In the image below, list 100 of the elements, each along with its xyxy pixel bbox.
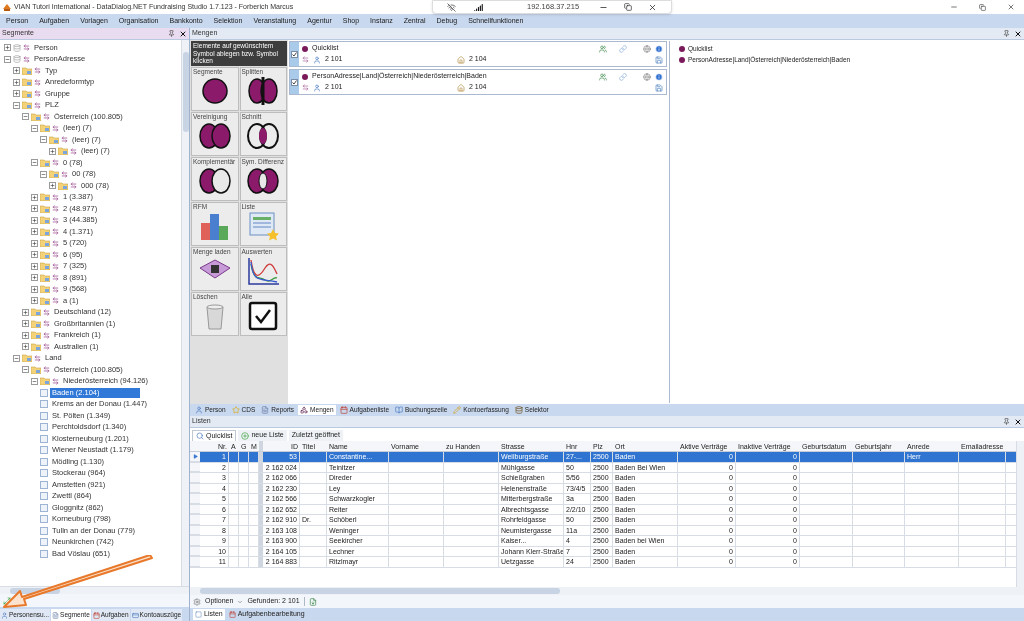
expand-toggle[interactable] [22,320,29,328]
segment-icon [52,262,59,270]
expand-toggle[interactable] [31,297,38,305]
info-icon[interactable] [655,44,663,53]
globe-icon[interactable] [643,44,651,53]
segment-icon [70,182,77,190]
signal-icon[interactable] [474,2,483,12]
checkbox[interactable] [40,515,48,524]
expand-toggle[interactable] [31,285,38,293]
expand-toggle[interactable] [31,377,38,385]
house-icon [457,83,465,92]
scrollbar[interactable] [181,40,189,586]
checkbox[interactable] [40,423,48,432]
checkbox[interactable] [40,434,48,443]
expand-toggle[interactable] [4,44,11,52]
segment-icon [61,136,68,144]
person-icon [313,83,321,92]
expand-toggle[interactable] [49,147,56,155]
checkbox[interactable] [40,503,48,512]
document-icon [261,406,270,414]
expand-toggle[interactable] [49,182,56,190]
expand-toggle[interactable] [31,159,38,167]
expand-toggle[interactable] [31,205,38,213]
checkbox[interactable] [40,526,48,535]
close-icon[interactable] [179,29,187,38]
expand-icon[interactable] [3,596,11,605]
scrollbar[interactable] [1016,441,1024,587]
segment-icon [302,56,309,63]
segment-icon [34,90,41,98]
document-icon [52,611,60,619]
expand-toggle[interactable] [31,193,38,201]
segment-icon [34,67,41,75]
pin-icon[interactable] [168,30,175,37]
expand-toggle[interactable] [31,274,38,282]
segment-icon [43,320,50,328]
calendar-icon [92,611,100,619]
expand-toggle[interactable] [22,366,29,374]
export-icon[interactable] [308,597,317,606]
globe-icon[interactable] [643,72,651,81]
segment-icon [52,251,59,259]
expand-toggle[interactable] [31,251,38,259]
close-icon[interactable] [648,2,658,12]
expand-toggle[interactable] [13,354,20,362]
expand-toggle[interactable] [22,331,29,339]
person-icon [313,55,321,64]
people-icon[interactable] [599,44,607,53]
segment-icon [34,78,41,86]
restore-icon[interactable] [979,3,986,11]
expand-toggle[interactable] [13,78,20,86]
house-icon [457,55,465,64]
save-icon[interactable] [655,83,663,92]
row-header[interactable] [190,452,200,462]
expand-toggle[interactable] [40,170,47,178]
checkbox[interactable] [291,50,298,58]
checkbox[interactable] [291,78,298,86]
segment-icon [43,113,50,121]
segment-icon [52,239,59,247]
segment-icon [23,55,30,63]
checkbox[interactable] [40,480,48,489]
checkbox[interactable] [40,400,48,409]
expand-toggle[interactable] [40,136,47,144]
expand-toggle[interactable] [22,308,29,316]
segment-icon [43,366,50,374]
save-icon[interactable] [655,55,663,64]
people-icon[interactable] [599,72,607,81]
segment-icon [52,205,59,213]
expand-toggle[interactable] [31,216,38,224]
expand-toggle[interactable] [31,228,38,236]
settings-icon[interactable] [193,597,201,606]
info-icon[interactable] [655,72,663,81]
expand-toggle[interactable] [13,90,20,98]
expand-toggle[interactable] [22,113,29,121]
segment-icon [52,228,59,236]
expand-toggle[interactable] [4,55,11,63]
expand-toggle[interactable] [31,239,38,247]
checkbox[interactable] [40,411,48,420]
wifi-off-icon[interactable] [447,2,456,12]
segment-icon [34,354,41,362]
restore-icon[interactable] [624,3,633,11]
pin-icon[interactable] [1003,30,1010,37]
expand-toggle[interactable] [31,262,38,270]
segment-icon [43,308,50,316]
close-icon[interactable] [1014,417,1022,426]
dropdown-icon[interactable] [237,598,244,605]
expand-toggle[interactable] [13,101,20,109]
checkbox[interactable] [40,388,48,397]
checkbox[interactable] [40,469,48,478]
pin-icon[interactable] [1003,418,1010,425]
checkbox[interactable] [40,549,48,558]
expand-toggle[interactable] [31,124,38,132]
expand-toggle[interactable] [13,67,20,75]
close-icon[interactable] [1014,29,1022,38]
database-icon [514,406,523,414]
checkbox[interactable] [40,446,48,455]
scrollbar[interactable] [190,587,1024,595]
checkbox[interactable] [40,457,48,466]
checkbox[interactable] [40,492,48,501]
segment-icon [43,343,50,351]
expand-toggle[interactable] [22,343,29,351]
checkbox[interactable] [40,538,48,547]
